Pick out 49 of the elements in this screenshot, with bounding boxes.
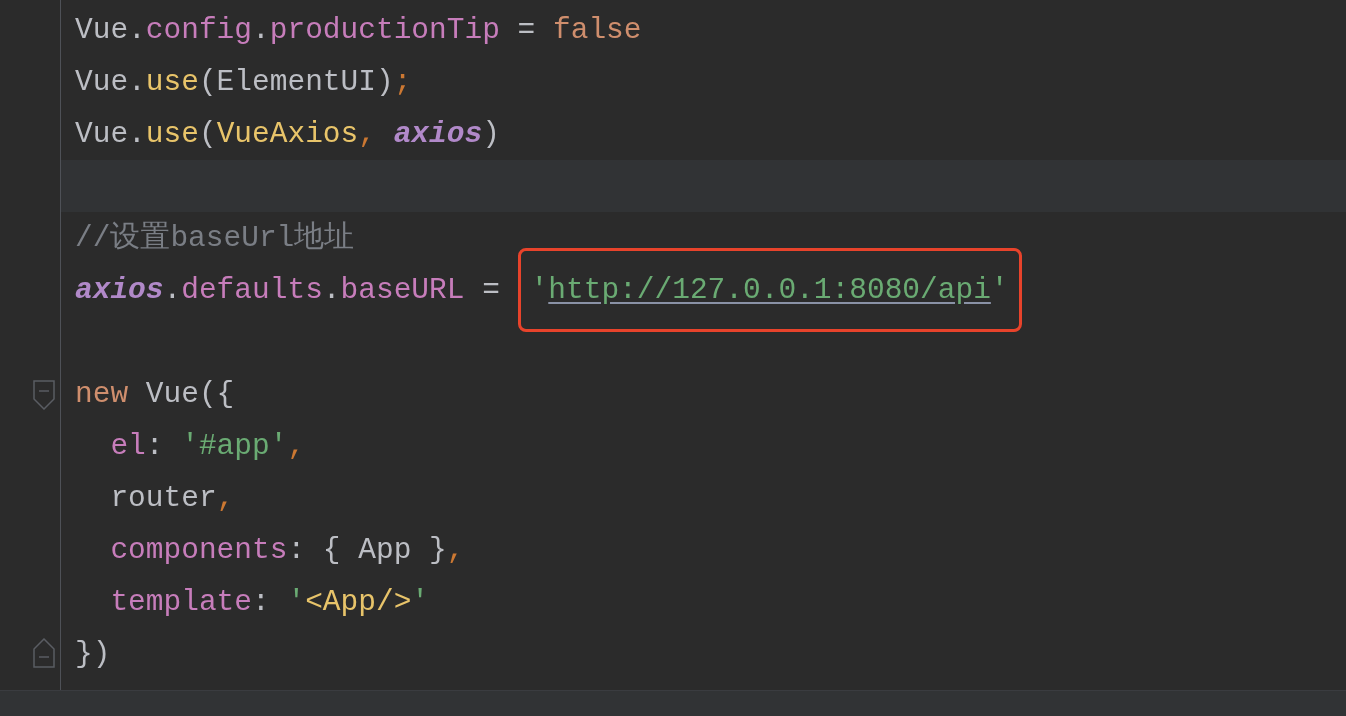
code-token: Vue xyxy=(75,115,129,153)
code-token: axios xyxy=(75,271,164,309)
code-token: : { App } xyxy=(287,531,447,569)
code-token: productionTip xyxy=(269,11,500,49)
code-token: , xyxy=(216,479,235,517)
code-token: router xyxy=(109,479,217,517)
code-token: template xyxy=(109,583,253,621)
code-token: defaults xyxy=(181,271,323,309)
code-token: Vue xyxy=(75,11,129,49)
code-token: ' xyxy=(411,583,430,621)
code-token: baseURL xyxy=(340,271,465,309)
code-token: . xyxy=(322,271,341,309)
code-token: new xyxy=(75,375,129,413)
code-token: ) xyxy=(482,115,500,153)
code-token: }) xyxy=(75,635,111,673)
code-token: ' xyxy=(990,271,1009,309)
code-token: = xyxy=(481,271,501,309)
code-token: = xyxy=(516,11,537,49)
code-token: use xyxy=(145,63,199,101)
fold-icon[interactable] xyxy=(33,380,55,410)
fold-icon[interactable] xyxy=(33,638,55,668)
code-token: components xyxy=(109,531,288,569)
code-token: . xyxy=(163,271,182,309)
code-token: VueAxios xyxy=(216,115,359,153)
code-token: , xyxy=(446,531,465,569)
code-token: Vue xyxy=(75,63,129,101)
code-token: //设置baseUrl地址 xyxy=(75,219,355,257)
code-token: : xyxy=(145,427,165,465)
code-token: ; xyxy=(393,63,412,101)
code-token: ' xyxy=(530,271,549,309)
code-token: axios xyxy=(393,115,483,153)
code-token: . xyxy=(252,11,270,49)
code-token: Vue({ xyxy=(144,375,235,413)
code-token: <App/> xyxy=(305,583,412,621)
code-token: '#app' xyxy=(181,427,288,465)
code-token: config xyxy=(145,11,253,49)
code-token: el xyxy=(109,427,146,465)
code-token: (ElementUI) xyxy=(198,63,394,101)
code-token: , xyxy=(287,427,306,465)
code-token: . xyxy=(128,63,146,101)
code-token: . xyxy=(128,11,146,49)
code-token: false xyxy=(553,11,642,49)
code-token: : xyxy=(252,583,271,621)
code-token: ' xyxy=(287,583,306,621)
code-token: ( xyxy=(198,115,217,153)
code-token: use xyxy=(145,115,199,153)
code-token: . xyxy=(128,115,146,153)
code-token: , xyxy=(358,115,377,153)
code-token: http://127.0.0.1:8080/api xyxy=(548,271,991,309)
